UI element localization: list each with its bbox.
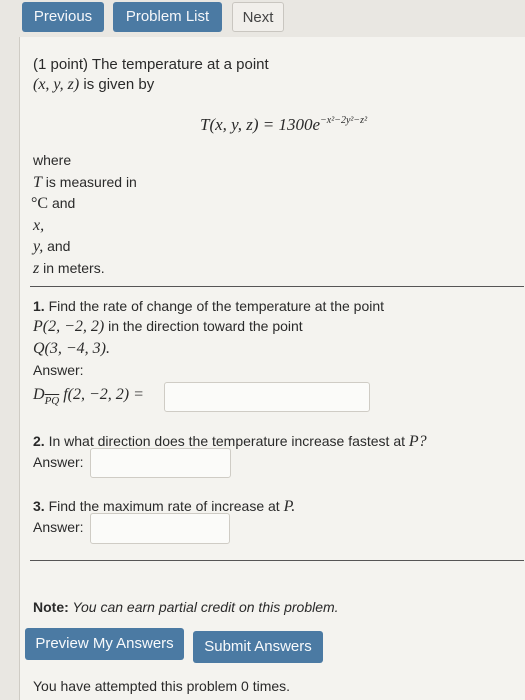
q2-answer-input[interactable] [90, 448, 231, 478]
q3-answer-input[interactable] [90, 513, 230, 544]
divider [30, 286, 524, 287]
temperature-formula: T(x, y, z) = 1300e−x²−2y²−z² [200, 115, 367, 135]
previous-button[interactable]: Previous [22, 2, 104, 32]
q1-expr: f(2, −2, 2) = [63, 386, 144, 403]
y-line: y, and [33, 238, 70, 256]
submit-answers-button[interactable]: Submit Answers [193, 631, 323, 663]
q1-question: Find the rate of change of the temperatu… [44, 298, 385, 314]
q2-question: In what direction does the temperature i… [44, 433, 409, 449]
intro-line2: (x, y, z) is given by [33, 76, 154, 94]
z-line: z in meters. [33, 260, 105, 278]
q1-direction-text: in the direction toward the point [104, 318, 303, 334]
q2-point: P? [408, 433, 427, 450]
in-meters-text: in meters. [39, 260, 105, 276]
point-vars: (x, y, z) [33, 76, 80, 93]
problem-nav: Previous Problem List Next [0, 0, 525, 36]
formula-exponent: −x²−2y²−z² [320, 115, 368, 126]
q1-text: 1. Find the rate of change of the temper… [33, 298, 384, 314]
problem-intro: (1 point) The temperature at a point [33, 56, 269, 73]
deg-line: °C and [31, 195, 75, 213]
note-label: Note: [33, 599, 69, 615]
where-text: where [33, 152, 72, 168]
intro-text: (1 point) The temperature at a point [33, 56, 269, 73]
t-var: T [33, 174, 42, 191]
x-var: x, [33, 217, 45, 234]
y-var: y, [33, 238, 44, 255]
t-line: T is measured in [33, 174, 137, 192]
q3-question: Find the maximum rate of increase at [44, 498, 284, 514]
point-q: Q(3, −4, 3). [33, 340, 111, 357]
preview-answers-button[interactable]: Preview My Answers [25, 628, 184, 660]
note-text: You can earn partial credit on this prob… [68, 599, 339, 615]
given-by-text: is given by [79, 76, 155, 93]
directional-derivative: DPQ [33, 386, 60, 407]
t-measured-text: is measured in [41, 174, 137, 190]
q3-answer-label: Answer: [33, 519, 84, 535]
point-p: P(2, −2, 2) [33, 318, 105, 335]
q1-line2: P(2, −2, 2) in the direction toward the … [33, 318, 303, 336]
q1-expression: DPQ f(2, −2, 2) = [33, 386, 144, 407]
q2-answer-label: Answer: [33, 454, 84, 470]
divider-2 [30, 560, 524, 561]
note: Note: You can earn partial credit on thi… [33, 599, 339, 615]
formula-lhs: T(x, y, z) = 1300e [200, 115, 321, 134]
next-button[interactable]: Next [232, 2, 284, 32]
q1-number: 1. [33, 298, 45, 314]
q1-answer-label: Answer: [33, 362, 84, 378]
problem-list-button[interactable]: Problem List [113, 2, 222, 32]
q3-number: 3. [33, 498, 45, 514]
q2-number: 2. [33, 433, 45, 449]
attempts-text: You have attempted this problem 0 times. [33, 678, 291, 694]
degree-unit: °C [31, 195, 49, 212]
and-text-2: and [43, 238, 71, 254]
q3-point: P. [283, 498, 296, 515]
and-text-1: and [48, 195, 76, 211]
q1-answer-input[interactable] [164, 382, 370, 412]
